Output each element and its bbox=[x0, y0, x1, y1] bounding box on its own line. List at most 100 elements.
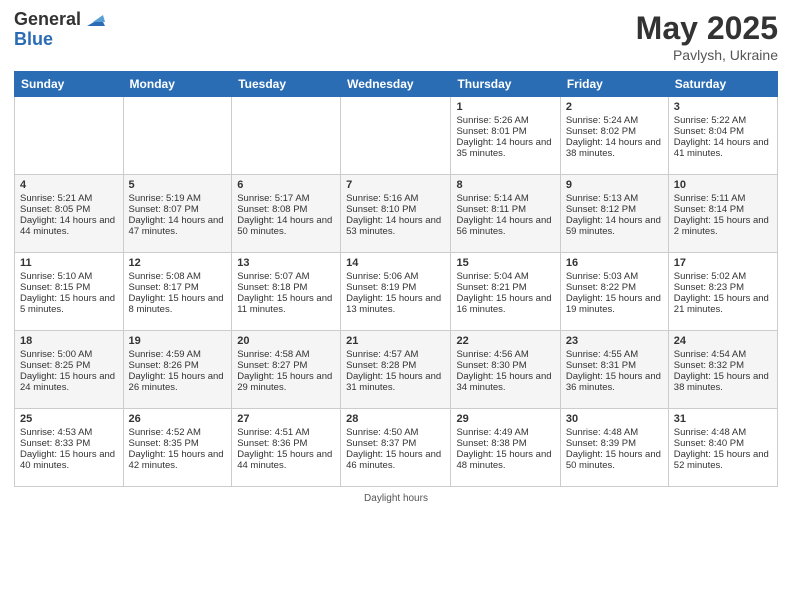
day-number: 24 bbox=[674, 335, 772, 347]
sunset-text: Sunset: 8:31 PM bbox=[566, 360, 636, 371]
calendar-cell: 17Sunrise: 5:02 AMSunset: 8:23 PMDayligh… bbox=[668, 253, 777, 331]
daylight-text: Daylight: 15 hours and 31 minutes. bbox=[346, 371, 441, 393]
daylight-text: Daylight: 15 hours and 21 minutes. bbox=[674, 293, 769, 315]
sunrise-text: Sunrise: 5:19 AM bbox=[129, 193, 201, 204]
sunrise-text: Sunrise: 5:06 AM bbox=[346, 271, 418, 282]
sunrise-text: Sunrise: 5:24 AM bbox=[566, 115, 638, 126]
calendar-cell: 12 Sunrise: 5:08 AMSunset: 8:17 PMDayligh… bbox=[123, 253, 232, 331]
calendar-cell: 21Sunrise: 4:57 AMSunset: 8:28 PMDayligh… bbox=[341, 331, 451, 409]
sunset-text: Sunset: 8:02 PM bbox=[566, 126, 636, 137]
calendar-week-2: 4Sunrise: 5:21 AMSunset: 8:05 PMDaylight… bbox=[15, 175, 778, 253]
sunset-text: Sunset: 8:26 PM bbox=[129, 360, 199, 371]
day-number: 15 bbox=[456, 257, 554, 269]
calendar-cell: 30Sunrise: 4:48 AMSunset: 8:39 PMDayligh… bbox=[560, 409, 668, 487]
sunset-text: Sunset: 8:37 PM bbox=[346, 438, 416, 449]
title-month: May 2025 bbox=[636, 10, 778, 47]
day-number: 14 bbox=[346, 257, 445, 269]
calendar-week-3: 11Sunrise: 5:10 AMSunset: 8:15 PMDayligh… bbox=[15, 253, 778, 331]
daylight-text: Daylight: 14 hours and 44 minutes. bbox=[20, 215, 115, 237]
daylight-text: Daylight: 15 hours and 16 minutes. bbox=[456, 293, 551, 315]
logo-blue: Blue bbox=[14, 30, 105, 50]
calendar-cell: 26Sunrise: 4:52 AMSunset: 8:35 PMDayligh… bbox=[123, 409, 232, 487]
day-number: 9 bbox=[566, 179, 663, 191]
daylight-text: Daylight: 14 hours and 56 minutes. bbox=[456, 215, 551, 237]
sunrise-text: Sunrise: 4:49 AM bbox=[456, 427, 528, 438]
calendar-cell bbox=[341, 97, 451, 175]
sunset-text: Sunset: 8:28 PM bbox=[346, 360, 416, 371]
day-number: 31 bbox=[674, 413, 772, 425]
daylight-text: Daylight: 14 hours and 50 minutes. bbox=[237, 215, 332, 237]
calendar-cell: 4Sunrise: 5:21 AMSunset: 8:05 PMDaylight… bbox=[15, 175, 124, 253]
day-number: 25 bbox=[20, 413, 118, 425]
daylight-text: Daylight: 15 hours and 38 minutes. bbox=[674, 371, 769, 393]
sunrise-text: Sunrise: 5:14 AM bbox=[456, 193, 528, 204]
sunset-text: Sunset: 8:33 PM bbox=[20, 438, 90, 449]
day-number: 20 bbox=[237, 335, 335, 347]
calendar-cell: 3Sunrise: 5:22 AMSunset: 8:04 PMDaylight… bbox=[668, 97, 777, 175]
daylight-text: Daylight: 15 hours and 48 minutes. bbox=[456, 449, 551, 471]
sunrise-text: Sunrise: 5:26 AM bbox=[456, 115, 528, 126]
calendar-cell: 9Sunrise: 5:13 AMSunset: 8:12 PMDaylight… bbox=[560, 175, 668, 253]
calendar-cell: 28 Sunrise: 4:50 AMSunset: 8:37 PMDayligh… bbox=[341, 409, 451, 487]
day-number: 29 bbox=[456, 413, 554, 425]
daylight-text: Daylight: 15 hours and 52 minutes. bbox=[674, 449, 769, 471]
sunset-text: Sunset: 8:35 PM bbox=[129, 438, 199, 449]
sunset-text: Sunset: 8:07 PM bbox=[129, 204, 199, 215]
day-number: 28 bbox=[346, 413, 445, 425]
weekday-header-thursday: Thursday bbox=[451, 72, 560, 97]
calendar-cell bbox=[15, 97, 124, 175]
weekday-header-row: SundayMondayTuesdayWednesdayThursdayFrid… bbox=[15, 72, 778, 97]
daylight-text: Daylight: 15 hours and 44 minutes. bbox=[237, 449, 332, 471]
page: General Blue May 2025 Pavlysh, Ukraine S… bbox=[0, 0, 792, 612]
daylight-text: Daylight: 15 hours and 50 minutes. bbox=[566, 449, 661, 471]
calendar-cell: 1Sunrise: 5:26 AMSunset: 8:01 PMDaylight… bbox=[451, 97, 560, 175]
sunrise-text: Sunrise: 5:10 AM bbox=[20, 271, 92, 282]
sunset-text: Sunset: 8:01 PM bbox=[456, 126, 526, 137]
calendar-cell bbox=[232, 97, 341, 175]
daylight-text: Daylight: 15 hours and 42 minutes. bbox=[129, 449, 224, 471]
sunset-text: Sunset: 8:15 PM bbox=[20, 282, 90, 293]
day-number: 19 bbox=[129, 335, 227, 347]
daylight-text: Daylight: 15 hours and 26 minutes. bbox=[129, 371, 224, 393]
logo-icon bbox=[83, 8, 105, 30]
sunset-text: Sunset: 8:22 PM bbox=[566, 282, 636, 293]
weekday-header-monday: Monday bbox=[123, 72, 232, 97]
logo-text: General Blue bbox=[14, 10, 105, 50]
calendar-cell: 15Sunrise: 5:04 AMSunset: 8:21 PMDayligh… bbox=[451, 253, 560, 331]
sunset-text: Sunset: 8:08 PM bbox=[237, 204, 307, 215]
calendar-cell: 5Sunrise: 5:19 AMSunset: 8:07 PMDaylight… bbox=[123, 175, 232, 253]
daylight-text: Daylight: 14 hours and 59 minutes. bbox=[566, 215, 661, 237]
day-number: 12 bbox=[129, 257, 227, 269]
daylight-text: Daylight: 15 hours and 46 minutes. bbox=[346, 449, 441, 471]
day-number: 17 bbox=[674, 257, 772, 269]
sunrise-text: Sunrise: 4:55 AM bbox=[566, 349, 638, 360]
sunset-text: Sunset: 8:17 PM bbox=[129, 282, 199, 293]
calendar-cell: 13Sunrise: 5:07 AMSunset: 8:18 PMDayligh… bbox=[232, 253, 341, 331]
day-number: 30 bbox=[566, 413, 663, 425]
sunrise-text: Sunrise: 5:04 AM bbox=[456, 271, 528, 282]
sunrise-text: Sunrise: 4:50 AM bbox=[346, 427, 418, 438]
sunrise-text: Sunrise: 4:51 AM bbox=[237, 427, 309, 438]
sunset-text: Sunset: 8:10 PM bbox=[346, 204, 416, 215]
day-number: 21 bbox=[346, 335, 445, 347]
calendar-cell: 29Sunrise: 4:49 AMSunset: 8:38 PMDayligh… bbox=[451, 409, 560, 487]
calendar-cell: 14Sunrise: 5:06 AMSunset: 8:19 PMDayligh… bbox=[341, 253, 451, 331]
sunset-text: Sunset: 8:19 PM bbox=[346, 282, 416, 293]
daylight-text: Daylight: 15 hours and 34 minutes. bbox=[456, 371, 551, 393]
daylight-text: Daylight: 15 hours and 11 minutes. bbox=[237, 293, 332, 315]
calendar-cell: 22Sunrise: 4:56 AMSunset: 8:30 PMDayligh… bbox=[451, 331, 560, 409]
day-number: 1 bbox=[456, 101, 554, 113]
calendar-cell: 7Sunrise: 5:16 AMSunset: 8:10 PMDaylight… bbox=[341, 175, 451, 253]
daylight-text: Daylight: 15 hours and 8 minutes. bbox=[129, 293, 224, 315]
sunset-text: Sunset: 8:14 PM bbox=[674, 204, 744, 215]
sunrise-text: Sunrise: 4:53 AM bbox=[20, 427, 92, 438]
calendar-cell: 24Sunrise: 4:54 AMSunset: 8:32 PMDayligh… bbox=[668, 331, 777, 409]
calendar-cell: 31Sunrise: 4:48 AMSunset: 8:40 PMDayligh… bbox=[668, 409, 777, 487]
sunrise-text: Sunrise: 5:22 AM bbox=[674, 115, 746, 126]
daylight-text: Daylight: 14 hours and 41 minutes. bbox=[674, 137, 769, 159]
sunrise-text: Sunrise: 5:08 AM bbox=[129, 271, 201, 282]
sunrise-text: Sunrise: 5:21 AM bbox=[20, 193, 92, 204]
day-number: 8 bbox=[456, 179, 554, 191]
sunset-text: Sunset: 8:27 PM bbox=[237, 360, 307, 371]
sunrise-text: Sunrise: 4:52 AM bbox=[129, 427, 201, 438]
